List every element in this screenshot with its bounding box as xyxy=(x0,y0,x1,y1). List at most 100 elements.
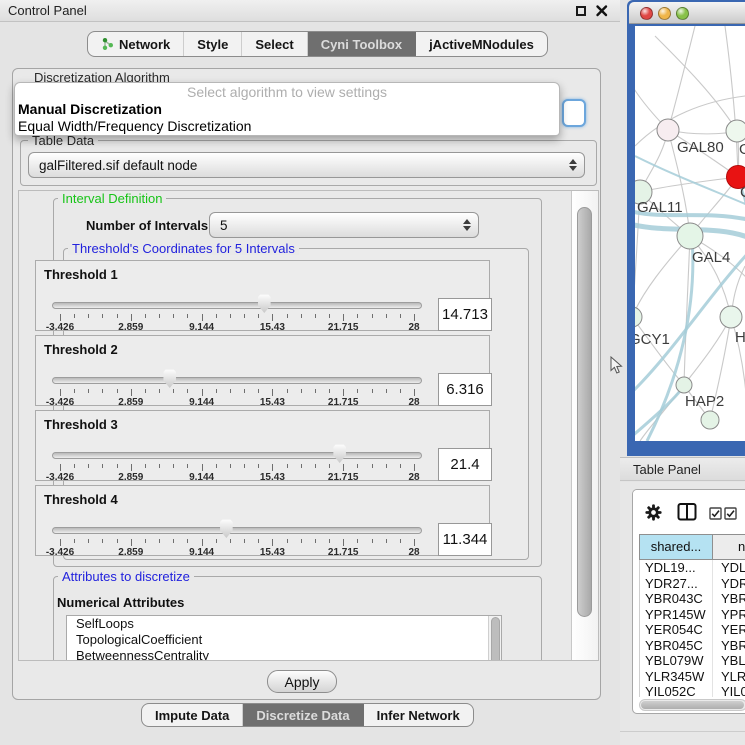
slider-thumb[interactable] xyxy=(162,369,177,388)
table-row[interactable]: YER054CYER0 xyxy=(640,622,745,638)
network-node-gal80[interactable] xyxy=(657,119,679,141)
slider-tick-label: 9.144 xyxy=(180,547,224,558)
algorithm-combo-focus-ring[interactable] xyxy=(562,99,586,127)
attribute-list-item[interactable]: SelfLoops xyxy=(67,616,501,632)
divider xyxy=(620,731,745,732)
slider-track[interactable] xyxy=(52,377,422,384)
tab-network[interactable]: Network xyxy=(88,32,184,56)
slider-tick xyxy=(202,314,203,321)
numerical-attributes-list: SelfLoopsTopologicalCoefficientBetweenne… xyxy=(66,615,502,661)
threshold-value-field[interactable]: 11.344 xyxy=(438,523,492,556)
node-table: shared... na YDL19...YDL1YDR27...YDR2YBR… xyxy=(639,534,745,697)
tab-cyni-toolbox[interactable]: Cyni Toolbox xyxy=(308,32,416,56)
slider-tick xyxy=(88,314,89,318)
slider-thumb[interactable] xyxy=(332,444,347,463)
tab-label: Network xyxy=(119,37,170,52)
float-window-icon[interactable] xyxy=(576,6,586,16)
network-node-gal4[interactable] xyxy=(677,223,703,249)
network-canvas[interactable]: GAL80GACGAL11GAL4GCY1HHAP2 xyxy=(635,26,745,441)
table-row[interactable]: YIL052CYIL0 xyxy=(640,684,745,697)
table-row[interactable]: YPR145WYPR1 xyxy=(640,607,745,623)
tab-select[interactable]: Select xyxy=(242,32,307,56)
attribute-list-item[interactable]: BetweennessCentrality xyxy=(67,648,501,661)
slider-tick xyxy=(173,314,174,318)
tab-jactivemnodules[interactable]: jActiveMNodules xyxy=(416,32,547,56)
settings-scrollbar-thumb[interactable] xyxy=(577,207,592,617)
minimize-traffic-light[interactable] xyxy=(658,7,671,20)
checkbox-icon[interactable] xyxy=(724,507,737,520)
zoom-traffic-light[interactable] xyxy=(676,7,689,20)
table-header-shared[interactable]: shared... xyxy=(640,535,713,559)
checkbox-icon[interactable] xyxy=(709,507,722,520)
slider-tick xyxy=(372,539,373,543)
mouse-cursor xyxy=(610,356,623,380)
network-node-unlabeled[interactable] xyxy=(701,411,719,429)
cell-shared-name: YDL19... xyxy=(640,560,713,576)
dropdown-option-equal[interactable]: Equal Width/Frequency Discretization xyxy=(15,118,559,135)
threshold-label: Threshold 1 xyxy=(44,267,118,282)
table-row[interactable]: YDR27...YDR2 xyxy=(640,576,745,592)
slider-tick xyxy=(258,539,259,543)
tab-discretize-data[interactable]: Discretize Data xyxy=(243,704,363,726)
table-row[interactable]: YBL079WYBL0 xyxy=(640,653,745,669)
settings-scrollbar[interactable] xyxy=(571,191,598,660)
attributes-scrollbar[interactable] xyxy=(488,616,501,661)
threshold-value-field[interactable]: 14.713 xyxy=(438,298,492,331)
slider-tick xyxy=(60,464,61,471)
network-node-label: GAL4 xyxy=(692,249,730,266)
slider-track[interactable] xyxy=(52,527,422,534)
network-edge xyxy=(725,26,738,177)
close-traffic-light[interactable] xyxy=(640,7,653,20)
network-node-label: HAP2 xyxy=(685,393,724,410)
cell-name: YDL1 xyxy=(713,560,745,576)
apply-button[interactable]: Apply xyxy=(267,670,337,693)
slider-tick xyxy=(173,539,174,543)
network-node-ga[interactable] xyxy=(726,120,745,142)
number-of-intervals-combo[interactable]: 5 xyxy=(209,212,479,238)
network-node-h[interactable] xyxy=(720,306,742,328)
table-hscrollbar[interactable] xyxy=(639,699,745,711)
slider-tick-label: 21.715 xyxy=(321,322,365,333)
slider-tick xyxy=(187,314,188,318)
slider-tick xyxy=(187,389,188,393)
tab-infer-network[interactable]: Infer Network xyxy=(364,704,473,726)
dropdown-option-manual[interactable]: Manual Discretization xyxy=(15,101,559,118)
slider-tick xyxy=(216,314,217,318)
threshold-row-4: Threshold 4-3.4262.8599.14415.4321.71528… xyxy=(35,485,490,556)
attribute-list-item[interactable]: TopologicalCoefficient xyxy=(67,632,501,648)
table-row[interactable]: YDL19...YDL1 xyxy=(640,560,745,576)
slider-thumb[interactable] xyxy=(219,519,234,538)
threshold-value-field[interactable]: 6.316 xyxy=(438,373,492,406)
column-view-icon[interactable] xyxy=(677,502,697,522)
close-icon[interactable] xyxy=(595,4,609,18)
slider-tick xyxy=(301,464,302,468)
screen: Control Panel NetworkStyleSelectCyni Too… xyxy=(0,0,745,745)
table-row[interactable]: YLR345WYLR3 xyxy=(640,669,745,685)
cell-name: YBL0 xyxy=(713,653,745,669)
table-row[interactable]: YBR045CYBR0 xyxy=(640,638,745,654)
threshold-label: Threshold 2 xyxy=(44,342,118,357)
table-hscrollbar-thumb[interactable] xyxy=(641,701,744,709)
attributes-scrollbar-thumb[interactable] xyxy=(491,617,500,661)
cell-name: YPR1 xyxy=(713,607,745,623)
tab-label: Style xyxy=(197,37,228,52)
slider-track[interactable] xyxy=(52,452,422,459)
top-tab-bar: Network Style SelectCyni ToolboxjActiveMNo… xyxy=(87,31,548,57)
slider-tick xyxy=(173,464,174,468)
slider-tick-label: 21.715 xyxy=(321,472,365,483)
network-node-hap2[interactable] xyxy=(676,377,692,393)
table-data-combo[interactable]: galFiltered.sif default node xyxy=(28,152,585,178)
table-header-name[interactable]: na xyxy=(713,535,745,559)
tab-style[interactable]: Style xyxy=(184,32,242,56)
slider-tick xyxy=(329,314,330,318)
slider-tick-label: 15.43 xyxy=(250,472,294,483)
slider-track[interactable] xyxy=(52,302,422,309)
slider-thumb[interactable] xyxy=(257,294,272,313)
slider-tick xyxy=(102,314,103,318)
slider-tick xyxy=(145,464,146,468)
network-node-gcy1[interactable] xyxy=(635,307,642,327)
gear-icon[interactable] xyxy=(644,503,663,522)
table-row[interactable]: YBR043CYBR0 xyxy=(640,591,745,607)
tab-impute-data[interactable]: Impute Data xyxy=(142,704,243,726)
threshold-value-field[interactable]: 21.4 xyxy=(438,448,492,481)
